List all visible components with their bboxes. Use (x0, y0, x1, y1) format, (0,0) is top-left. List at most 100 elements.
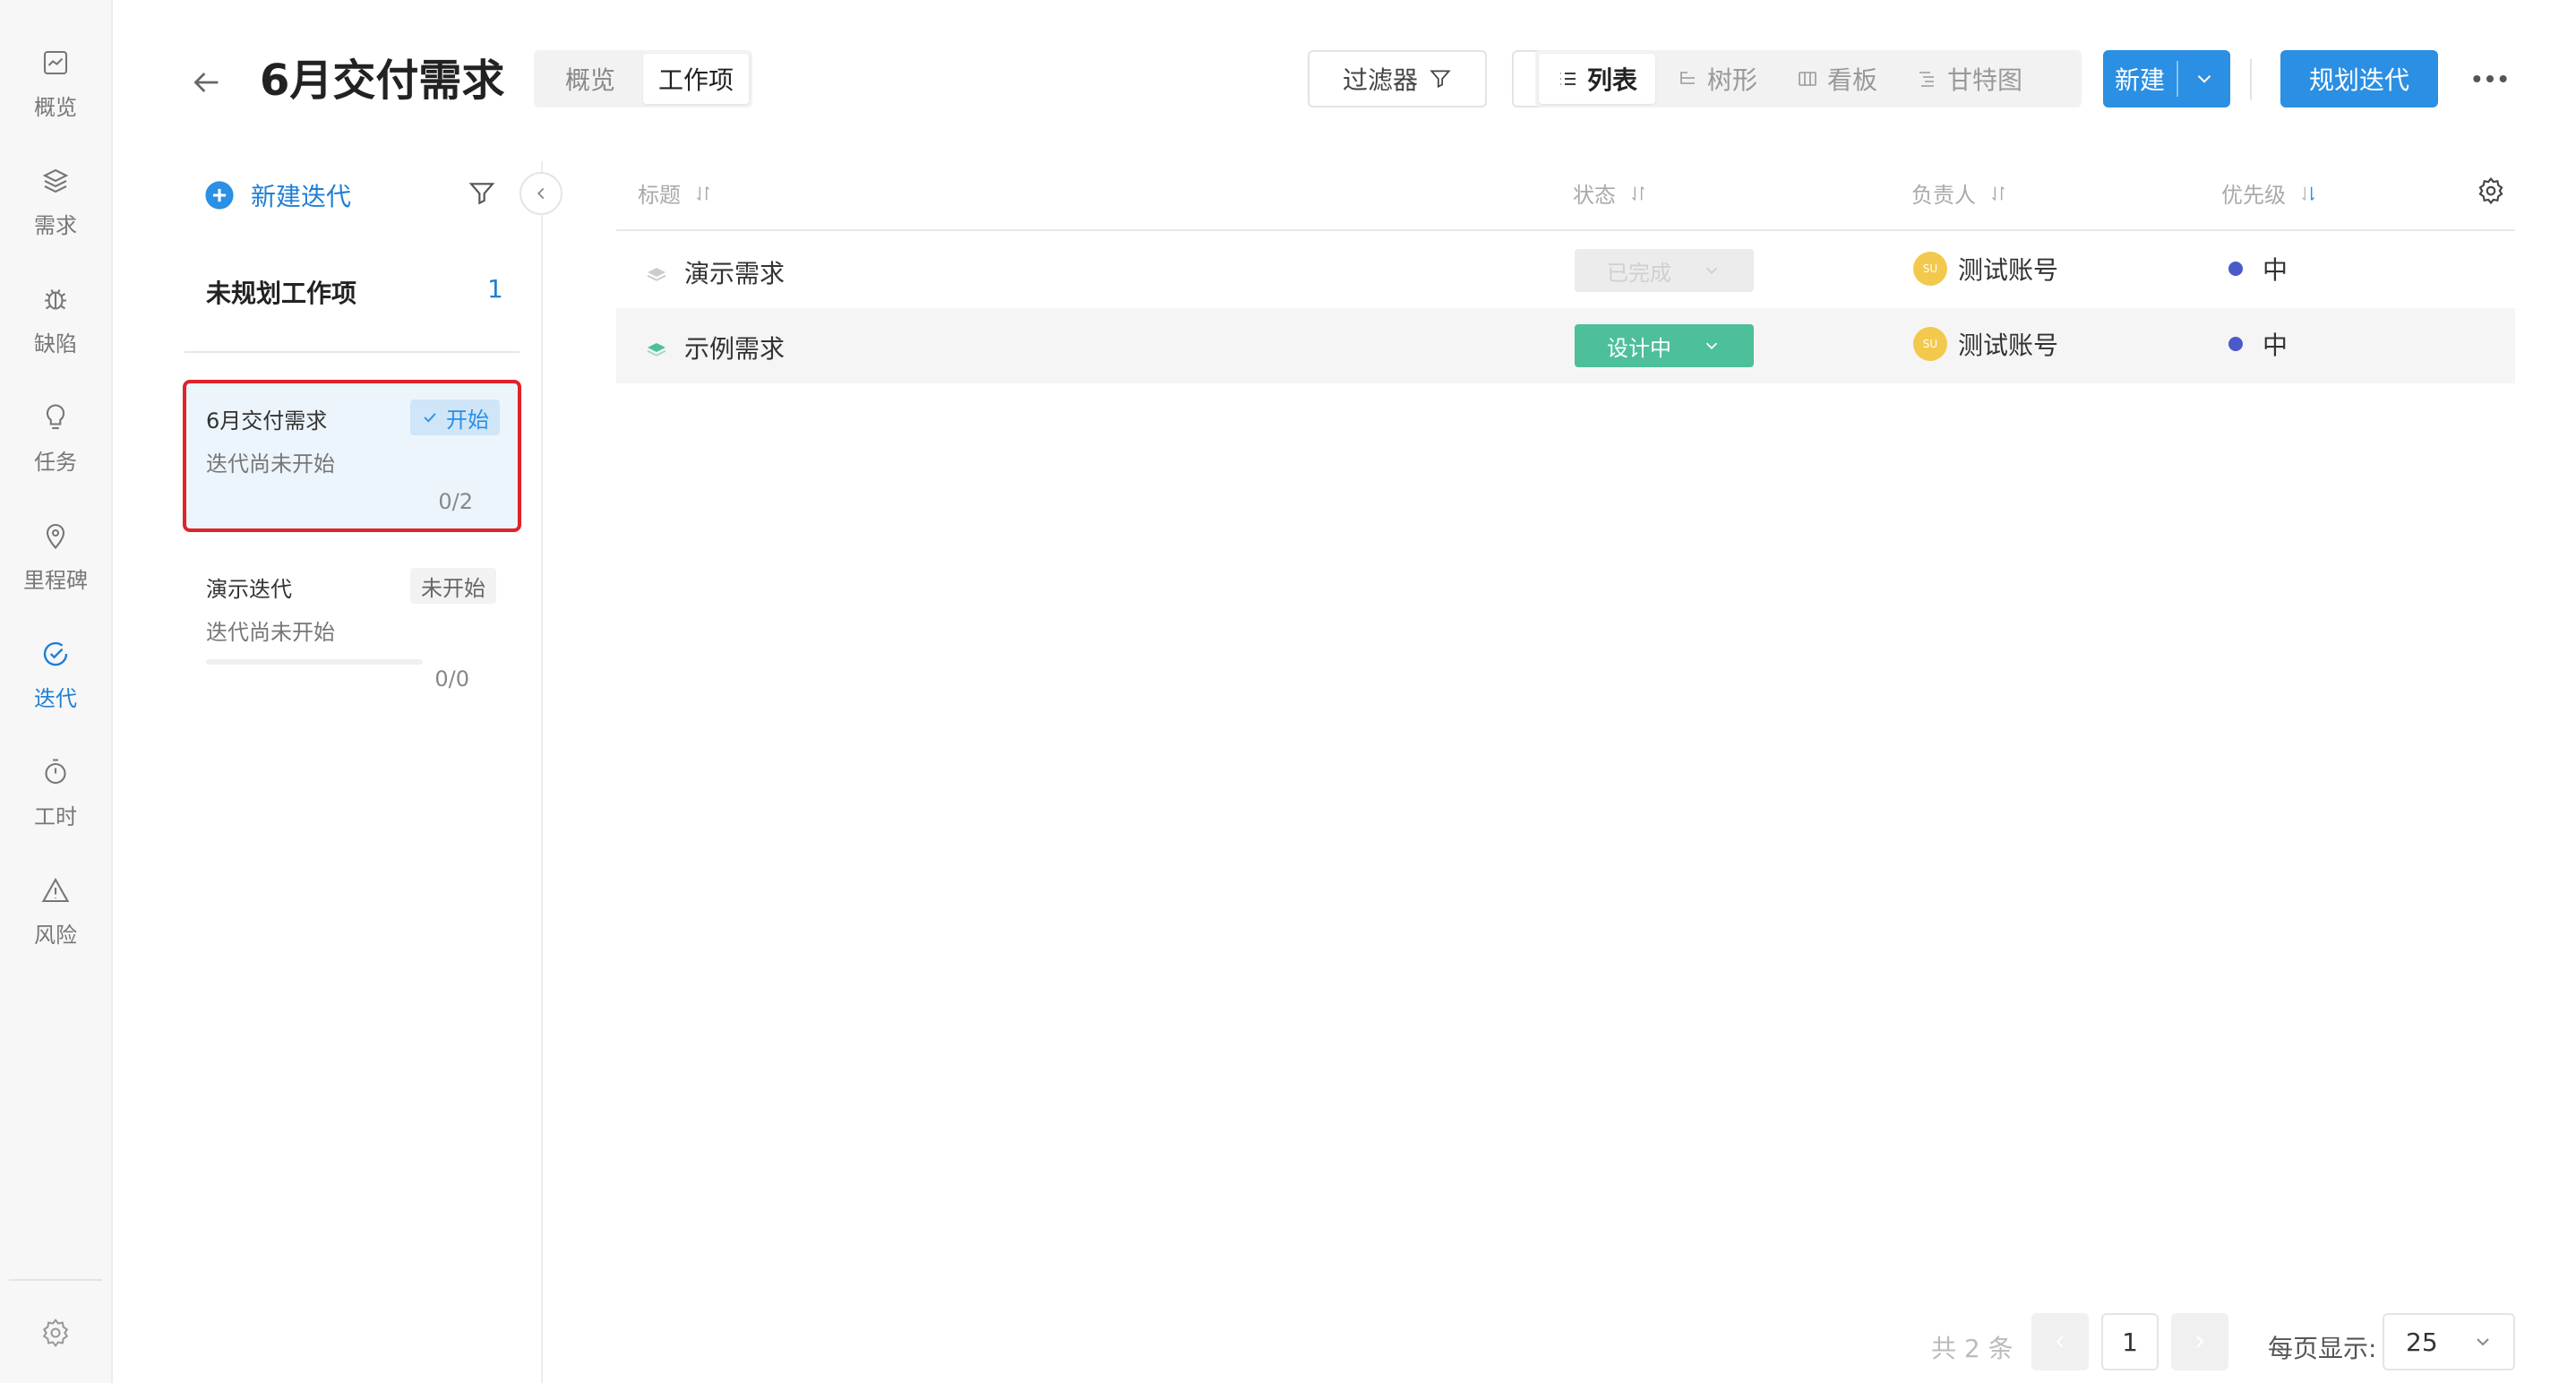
filter-icon[interactable] (468, 179, 496, 208)
prev-page-button[interactable] (2031, 1313, 2089, 1370)
nav-item-risks[interactable]: 风险 (0, 874, 111, 973)
nav-item-defects[interactable]: 缺陷 (0, 283, 111, 382)
row-title[interactable]: 示例需求 (643, 330, 785, 365)
chevron-down-icon (2477, 1338, 2489, 1346)
tree-icon (1680, 72, 1696, 84)
view-switcher: 列表 树形 看板 甘特图 (1535, 50, 2082, 107)
owner-name: 测试账号 (1958, 255, 2059, 285)
page-title: 6月交付需求 (260, 56, 505, 106)
priority-label: 中 (2263, 255, 2288, 285)
column-header-owner[interactable]: 负责人 (1911, 177, 2008, 209)
table-row[interactable]: 示例需求 设计中 SU 测试账号 中 (616, 308, 2515, 383)
more-icon[interactable] (2472, 68, 2508, 90)
nav-label: 里程碑 (23, 568, 88, 593)
view-list[interactable]: 列表 (1539, 54, 1656, 104)
nav-label: 需求 (34, 213, 77, 238)
list-icon (1560, 73, 1576, 85)
nav-item-requirements[interactable]: 需求 (0, 165, 111, 263)
bug-icon (45, 289, 66, 310)
gantt-icon (1919, 72, 1935, 87)
table-header-border (616, 229, 2515, 231)
nav-label: 迭代 (34, 686, 77, 711)
collapse-sidebar-button[interactable] (519, 172, 562, 215)
status-dropdown[interactable]: 设计中 (1575, 324, 1754, 367)
kanban-icon (1799, 72, 1816, 86)
priority-dot (2228, 262, 2243, 276)
nav-item-timesheet[interactable]: 工时 (0, 756, 111, 855)
chevron-right-icon (2196, 1336, 2204, 1348)
new-iteration-label: 新建迭代 (251, 182, 352, 211)
total-count: 共 2 条 (1931, 1334, 2014, 1363)
sort-icon[interactable] (693, 184, 713, 203)
plan-iteration-button[interactable]: 规划迭代 (2280, 50, 2438, 107)
sort-icon[interactable] (1988, 184, 2008, 203)
priority-label: 中 (2263, 331, 2288, 360)
unplanned-items-label[interactable]: 未规划工作项 (206, 274, 356, 310)
row-priority[interactable]: 中 (2228, 326, 2288, 362)
chevron-down-icon (1705, 342, 1718, 350)
nav-item-iterations[interactable]: 迭代 (0, 638, 111, 736)
iteration-icon (43, 641, 68, 666)
row-owner[interactable]: SU 测试账号 (1913, 251, 2058, 287)
column-settings-icon[interactable] (2476, 176, 2506, 206)
view-gantt-label: 甘特图 (1947, 65, 2023, 95)
page-1-button[interactable]: 1 (2101, 1313, 2159, 1370)
row-priority[interactable]: 中 (2228, 251, 2288, 287)
iteration-count: 0/2 (438, 489, 473, 514)
row-title-text: 演示需求 (684, 259, 786, 288)
settings-icon[interactable] (39, 1317, 72, 1349)
column-title-label: 标题 (638, 183, 681, 208)
new-button-label: 新建 (2114, 65, 2165, 95)
filter-button[interactable]: 过滤器 (1308, 50, 1487, 107)
column-header-title[interactable]: 标题 (638, 177, 713, 209)
nav-item-overview[interactable]: 概览 (0, 47, 111, 145)
new-iteration-button[interactable]: 新建迭代 (204, 177, 351, 213)
iteration-subtitle: 迭代尚未开始 (206, 620, 335, 645)
view-tree[interactable]: 树形 (1659, 54, 1775, 104)
tab-work-items[interactable]: 工作项 (643, 54, 749, 104)
view-kanban[interactable]: 看板 (1779, 54, 1895, 104)
iteration-card-demo[interactable]: 演示迭代 未开始 迭代尚未开始 0/0 (183, 548, 521, 700)
sort-icon[interactable] (1628, 184, 1648, 203)
sort-active-icon[interactable] (2298, 184, 2318, 203)
row-title[interactable]: 演示需求 (643, 254, 785, 290)
new-button[interactable]: 新建 (2103, 50, 2230, 107)
per-page-select[interactable]: 25 (2383, 1313, 2515, 1370)
nav-item-tasks[interactable]: 任务 (0, 401, 111, 500)
requirement-icon (647, 343, 666, 356)
status-badge: 未开始 (410, 568, 496, 604)
tab-overview[interactable]: 概览 (537, 54, 643, 104)
column-header-status[interactable]: 状态 (1573, 177, 1648, 209)
view-gantt[interactable]: 甘特图 (1899, 54, 2040, 104)
per-page-value: 25 (2406, 1327, 2438, 1357)
nav-item-milestones[interactable]: 里程碑 (0, 520, 111, 618)
nav-label: 概览 (34, 95, 77, 120)
back-arrow-icon[interactable] (188, 64, 224, 100)
per-page-label: 每页显示: (2268, 1334, 2377, 1363)
nav-label: 风险 (34, 923, 77, 948)
iteration-progress-bar (206, 659, 423, 665)
status-label: 已完成 (1607, 260, 1671, 286)
priority-dot (2228, 337, 2243, 351)
next-page-button[interactable] (2171, 1313, 2228, 1370)
plus-circle-icon (205, 181, 234, 210)
table-row[interactable]: 演示需求 已完成 SU 测试账号 中 (616, 233, 2515, 308)
iteration-name: 6月交付需求 (206, 408, 328, 434)
iteration-subtitle: 迭代尚未开始 (206, 451, 335, 477)
nav-divider (9, 1279, 102, 1281)
start-label: 开始 (446, 407, 489, 433)
new-button-divider (2177, 61, 2178, 97)
row-owner[interactable]: SU 测试账号 (1913, 326, 2058, 362)
column-header-priority[interactable]: 优先级 (2221, 177, 2318, 209)
panel-divider (541, 161, 543, 1383)
check-icon (424, 413, 436, 423)
filter-label: 过滤器 (1342, 65, 1418, 95)
chevron-down-icon[interactable] (2193, 67, 2216, 90)
iteration-card-june[interactable]: 6月交付需求 开始 迭代尚未开始 0/2 (183, 380, 521, 532)
header-divider (2250, 59, 2252, 100)
warning-icon (41, 877, 70, 903)
status-dropdown[interactable]: 已完成 (1575, 249, 1754, 292)
layers-icon (42, 168, 69, 193)
start-iteration-button[interactable]: 开始 (410, 399, 500, 435)
status-label: 设计中 (1607, 335, 1671, 361)
